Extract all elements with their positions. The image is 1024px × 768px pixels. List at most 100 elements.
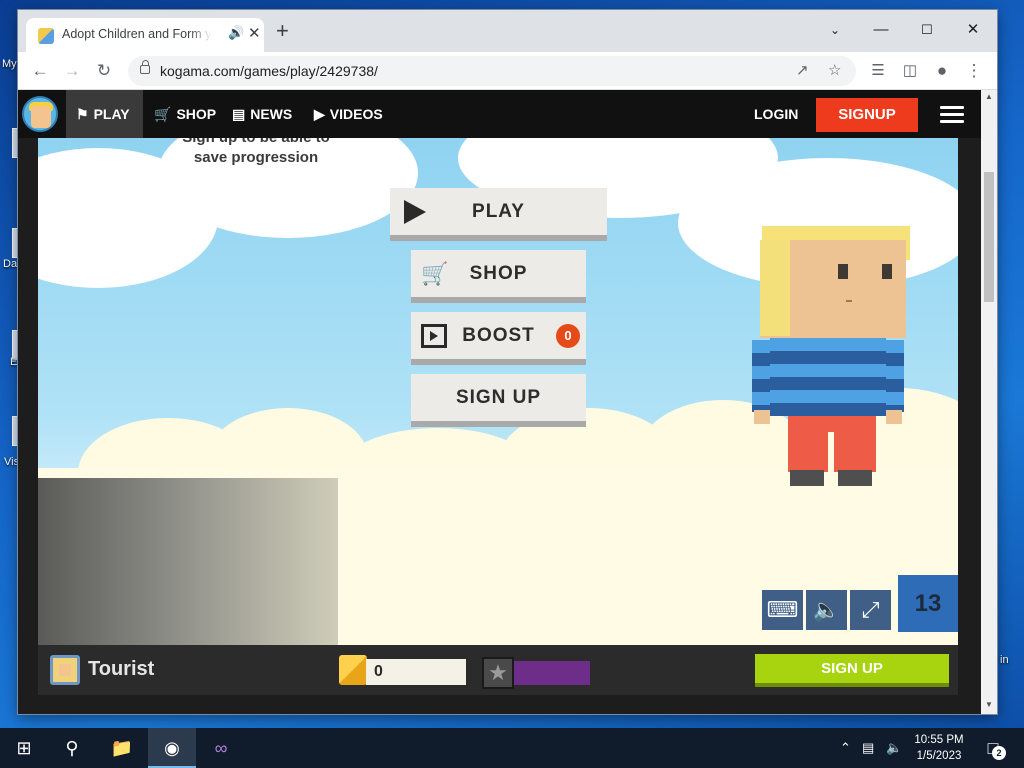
desktop-icon-label[interactable]: in — [1000, 654, 1009, 666]
forward-button[interactable]: → — [60, 59, 84, 83]
desktop-icon-label[interactable]: My — [2, 58, 17, 70]
media-control-icon[interactable]: ☰ — [866, 59, 890, 83]
address-bar[interactable]: kogama.com/games/play/2429738/ ↗ ☆ — [128, 56, 856, 86]
browser-menu-icon[interactable]: ⋮ — [962, 59, 986, 83]
cart-icon: 🛒 — [154, 106, 172, 122]
nav-videos-label: VIDEOS — [329, 106, 383, 122]
avatar-mouth — [846, 300, 852, 302]
nav-shop-label: SHOP — [176, 106, 217, 122]
browser-toolbar: ← → ↻ kogama.com/games/play/2429738/ ↗ ☆… — [18, 52, 997, 90]
game-boost-button[interactable]: BOOST 0 — [411, 312, 586, 365]
page-viewport: ⚑ PLAY 🛒 SHOP ▤ NEWS ▶ VIDEOS LOGIN SIGNUP — [18, 90, 981, 714]
gold-cube-icon — [339, 655, 367, 685]
video-overlay-panel — [38, 478, 338, 645]
visual-studio-icon[interactable]: ∞ — [197, 728, 245, 768]
close-tab-icon[interactable]: ✕ — [248, 24, 261, 42]
hamburger-menu-icon[interactable] — [940, 106, 964, 124]
clock-date: 1/5/2023 — [916, 750, 962, 762]
player-avatar — [750, 220, 920, 486]
logo-face — [31, 106, 51, 128]
maximize-button[interactable]: ☐ — [904, 15, 950, 45]
scroll-up-arrow[interactable]: ▲ — [981, 92, 997, 101]
reload-button[interactable]: ↻ — [92, 59, 116, 83]
kogama-logo[interactable] — [22, 96, 58, 132]
avatar-eye — [838, 264, 848, 279]
game-signup-label: SIGN UP — [455, 387, 542, 408]
play-icon — [404, 200, 426, 224]
username-label[interactable]: Tourist — [88, 658, 154, 681]
notification-count-badge: 2 — [992, 746, 1006, 760]
new-tab-button[interactable]: + — [276, 20, 289, 42]
tab-title: Adopt Children and Form your Family — [62, 27, 212, 41]
show-hidden-icons-chevron[interactable]: ⌃ — [840, 728, 851, 768]
avatar-shoe — [790, 470, 824, 486]
side-panel-icon[interactable]: ◫ — [898, 59, 922, 83]
nav-play-label: PLAY — [93, 106, 130, 122]
tab-search-icon[interactable]: ⌄ — [812, 15, 858, 45]
avatar-arm — [884, 340, 904, 412]
avatar-hand — [754, 410, 770, 424]
desktop-icon-label[interactable]: Da — [3, 258, 17, 270]
avatar-striped-shirt — [770, 338, 886, 416]
desktop-icon-label[interactable]: E — [10, 356, 17, 368]
nav-shop[interactable]: 🛒 SHOP — [154, 90, 216, 138]
scroll-down-arrow[interactable]: ▼ — [981, 700, 997, 709]
browser-window: Adopt Children and Form your Family 🔊 ✕ … — [18, 10, 997, 714]
file-explorer-icon[interactable]: 📁 — [98, 728, 146, 768]
game-boost-label: BOOST — [462, 325, 535, 346]
bottom-signup-button[interactable]: SIGN UP — [755, 654, 949, 687]
clock-time: 10:55 PM — [914, 734, 964, 746]
game-shop-button[interactable]: 🛒 SHOP — [411, 250, 586, 303]
volume-icon[interactable]: 🔈 — [886, 728, 902, 768]
share-icon[interactable]: ↗ — [796, 61, 809, 79]
youtube-icon: ▶ — [314, 106, 325, 122]
keyboard-controls-button[interactable]: ⌨ — [762, 590, 803, 630]
nav-news[interactable]: ▤ NEWS — [232, 90, 292, 138]
scrollbar-thumb[interactable] — [984, 172, 994, 302]
windows-start-icon[interactable]: ⊞ — [0, 728, 48, 768]
kogama-favicon-icon — [38, 28, 54, 44]
avatar-eye — [882, 264, 892, 279]
game-shop-label: SHOP — [469, 263, 528, 284]
close-window-button[interactable]: ✕ — [950, 15, 996, 45]
avatar-shoe — [838, 470, 872, 486]
game-canvas[interactable]: Sign up to be able to save progression P… — [38, 138, 958, 645]
bookmark-star-icon[interactable]: ☆ — [828, 61, 841, 79]
gamepad-icon: ⚑ — [76, 106, 89, 122]
lock-icon[interactable] — [140, 60, 150, 74]
fullscreen-button[interactable]: ⤢ — [850, 590, 891, 630]
xp-star-icon: ★ — [482, 657, 514, 689]
taskbar-clock[interactable]: 10:55 PM 1/5/2023 — [906, 732, 972, 764]
film-play-icon — [421, 324, 447, 348]
profile-avatar-icon[interactable]: ● — [930, 59, 954, 83]
page-scrollbar[interactable]: ▲ ▼ — [981, 90, 997, 714]
signup-hint-text: Sign up to be able to save progression — [182, 138, 330, 166]
network-icon[interactable]: ▤ — [862, 728, 874, 768]
desktop-icon-label[interactable]: Vis — [4, 456, 19, 468]
nav-videos[interactable]: ▶ VIDEOS — [314, 90, 383, 138]
tab-strip: Adopt Children and Form your Family 🔊 ✕ … — [18, 10, 997, 52]
nav-login[interactable]: LOGIN — [754, 90, 798, 138]
avatar-hand — [886, 410, 902, 424]
chrome-taskbar-icon[interactable]: ◉ — [148, 728, 196, 768]
nav-news-label: NEWS — [250, 106, 293, 122]
avatar-leg-gap — [828, 432, 834, 476]
player-bottom-bar: Tourist 0 ★ SIGN UP — [38, 645, 958, 695]
nav-signup-button[interactable]: SIGNUP — [816, 98, 918, 132]
xp-progress-bar — [514, 661, 590, 685]
avatar-head-side — [760, 240, 790, 336]
url-text[interactable]: kogama.com/games/play/2429738/ — [160, 63, 378, 79]
nav-play[interactable]: ⚑ PLAY — [66, 90, 143, 138]
audio-playing-icon[interactable]: 🔊 — [228, 25, 244, 41]
search-icon[interactable]: ⚲ — [48, 728, 96, 768]
game-signup-button[interactable]: SIGN UP — [411, 374, 586, 427]
back-button[interactable]: ← — [28, 59, 52, 83]
game-play-button[interactable]: PLAY — [390, 188, 607, 241]
game-play-label: PLAY — [472, 201, 525, 222]
browser-tab[interactable]: Adopt Children and Form your Family 🔊 ✕ — [26, 18, 264, 52]
user-avatar-icon[interactable] — [50, 655, 80, 685]
avatar-arm — [752, 340, 772, 412]
minimize-button[interactable]: — — [858, 15, 904, 45]
gold-counter: 0 — [366, 659, 466, 685]
sound-toggle-button[interactable]: 🔈 — [806, 590, 847, 630]
